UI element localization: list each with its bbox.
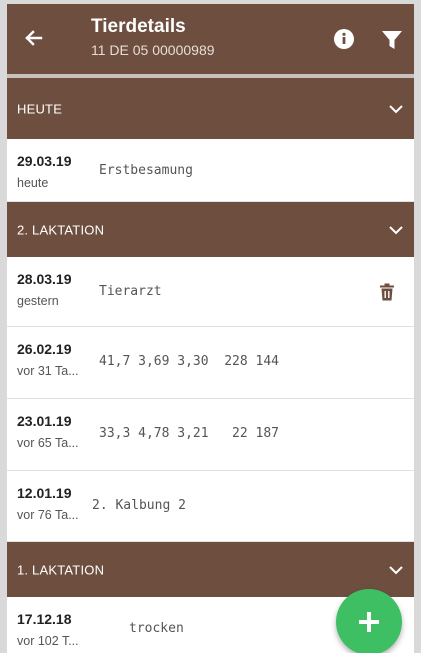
list-item[interactable]: 29.03.19 heute Erstbesamung <box>7 139 414 202</box>
event-value: 33,3 4,78 3,21 22 187 <box>99 426 280 441</box>
event-date: 26.02.19 <box>17 341 72 357</box>
back-arrow-icon[interactable] <box>21 26 45 50</box>
event-date: 28.03.19 <box>17 271 72 287</box>
event-relative-date: vor 31 Ta... <box>17 364 79 378</box>
chevron-down-icon <box>389 104 403 113</box>
app-bar-titles: Tierdetails 11 DE 05 00000989 <box>91 16 215 58</box>
event-value: Erstbesamung <box>99 163 193 178</box>
event-relative-date: vor 102 T... <box>17 634 79 648</box>
filter-icon[interactable] <box>381 29 403 51</box>
plus-icon <box>359 612 379 632</box>
section-header-today[interactable]: HEUTE <box>7 78 414 139</box>
add-event-button[interactable] <box>336 589 402 653</box>
app-bar: Tierdetails 11 DE 05 00000989 <box>7 4 414 74</box>
event-relative-date: vor 76 Ta... <box>17 508 79 522</box>
trash-icon[interactable] <box>379 283 395 301</box>
event-value: trocken <box>129 621 184 636</box>
event-value: 2. Kalbung 2 <box>92 498 186 513</box>
list-item[interactable]: 23.01.19 vor 65 Ta... 33,3 4,78 3,21 22 … <box>7 399 414 471</box>
event-date: 29.03.19 <box>17 153 72 169</box>
event-date: 17.12.18 <box>17 611 72 627</box>
list-item[interactable]: 28.03.19 gestern Tierarzt <box>7 257 414 327</box>
section-label: HEUTE <box>17 101 63 116</box>
section-label: 1. LAKTATION <box>17 562 105 577</box>
section-header-lactation-2[interactable]: 2. LAKTATION <box>7 202 414 257</box>
event-date: 23.01.19 <box>17 413 72 429</box>
list-item[interactable]: 26.02.19 vor 31 Ta... 41,7 3,69 3,30 228… <box>7 327 414 399</box>
page-title: Tierdetails <box>91 16 186 37</box>
info-icon[interactable] <box>333 28 355 50</box>
chevron-down-icon <box>389 565 403 574</box>
section-label: 2. LAKTATION <box>17 222 105 237</box>
event-value: 41,7 3,69 3,30 228 144 <box>99 354 280 369</box>
section-header-lactation-1[interactable]: 1. LAKTATION <box>7 542 414 597</box>
app-screen: Tierdetails 11 DE 05 00000989 HEUTE 29.0… <box>7 4 414 653</box>
event-relative-date: vor 65 Ta... <box>17 436 79 450</box>
list-item[interactable]: 12.01.19 vor 76 Ta... 2. Kalbung 2 <box>7 471 414 542</box>
event-relative-date: heute <box>17 176 49 190</box>
event-date: 12.01.19 <box>17 485 72 501</box>
chevron-down-icon <box>389 225 403 234</box>
event-relative-date: gestern <box>17 294 59 308</box>
event-value: Tierarzt <box>99 284 162 299</box>
animal-id: 11 DE 05 00000989 <box>91 42 215 58</box>
